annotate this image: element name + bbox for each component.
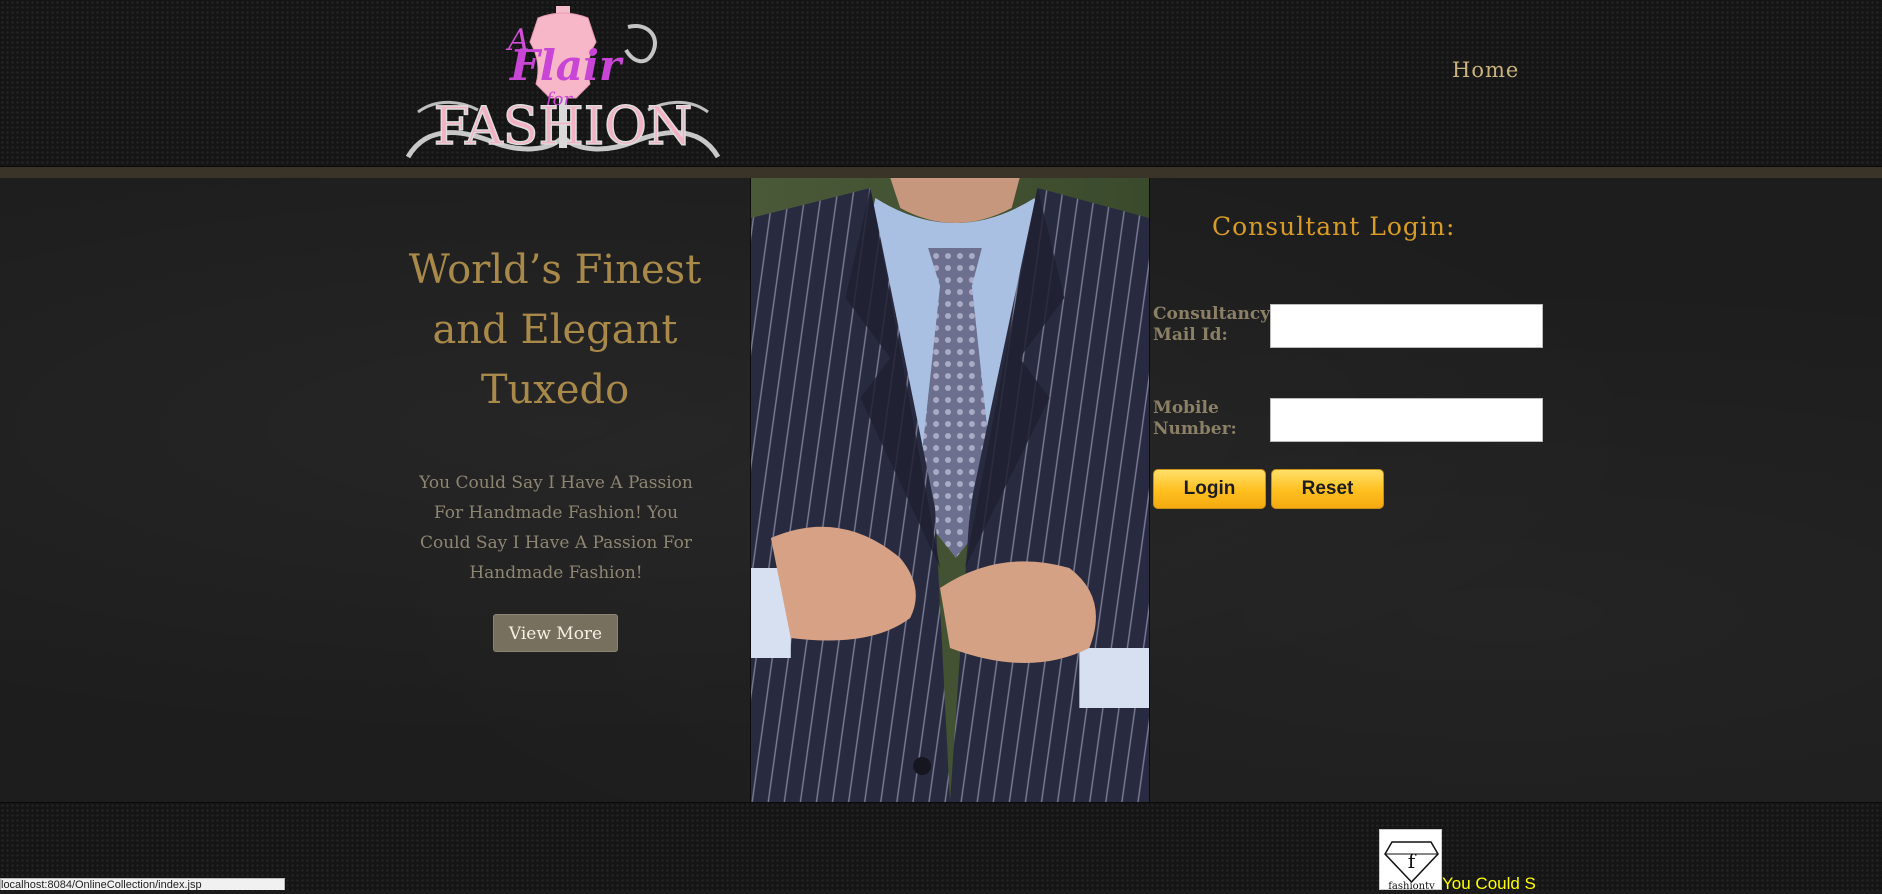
site-header: A Flair for FASHION Home: [0, 0, 1882, 166]
badge-text: fashiontv: [1388, 881, 1435, 890]
mobile-field[interactable]: [1270, 398, 1543, 442]
hero-title: World’s Finest and Elegant Tuxedo: [380, 240, 730, 420]
hero-description: You Could Say I Have A Passion For Handm…: [419, 473, 693, 583]
logo-text-fashion: FASHION: [434, 97, 693, 157]
tuxedo-photo: [750, 178, 1150, 802]
site-logo[interactable]: A Flair for FASHION: [398, 2, 728, 178]
email-label: Consultancy Mail Id:: [1153, 304, 1271, 345]
login-title: Consultant Login:: [1212, 212, 1456, 241]
reset-button[interactable]: Reset: [1271, 469, 1384, 509]
hero-title-line: and Elegant: [432, 307, 678, 353]
fashiontv-badge[interactable]: f fashiontv: [1379, 829, 1442, 890]
login-button[interactable]: Login: [1153, 469, 1266, 509]
nav-home-link[interactable]: Home: [1452, 58, 1519, 82]
main-content: World’s Finest and Elegant Tuxedo You Co…: [0, 178, 1882, 802]
view-more-button[interactable]: View More: [493, 614, 618, 652]
footer-marquee: You Could S: [1442, 874, 1536, 893]
hero-title-line: Tuxedo: [480, 367, 630, 413]
mobile-label: Mobile Number:: [1153, 398, 1237, 439]
badge-letter: f: [1408, 849, 1417, 873]
hero-title-line: World’s Finest: [408, 247, 702, 293]
logo-text-flair: Flair: [509, 41, 624, 90]
email-field[interactable]: [1270, 304, 1543, 348]
browser-status-url: localhost:8084/OnlineCollection/index.js…: [0, 878, 285, 890]
logo-swirl-top: [624, 24, 657, 64]
diamond-f-icon: f fashiontv: [1384, 841, 1439, 890]
